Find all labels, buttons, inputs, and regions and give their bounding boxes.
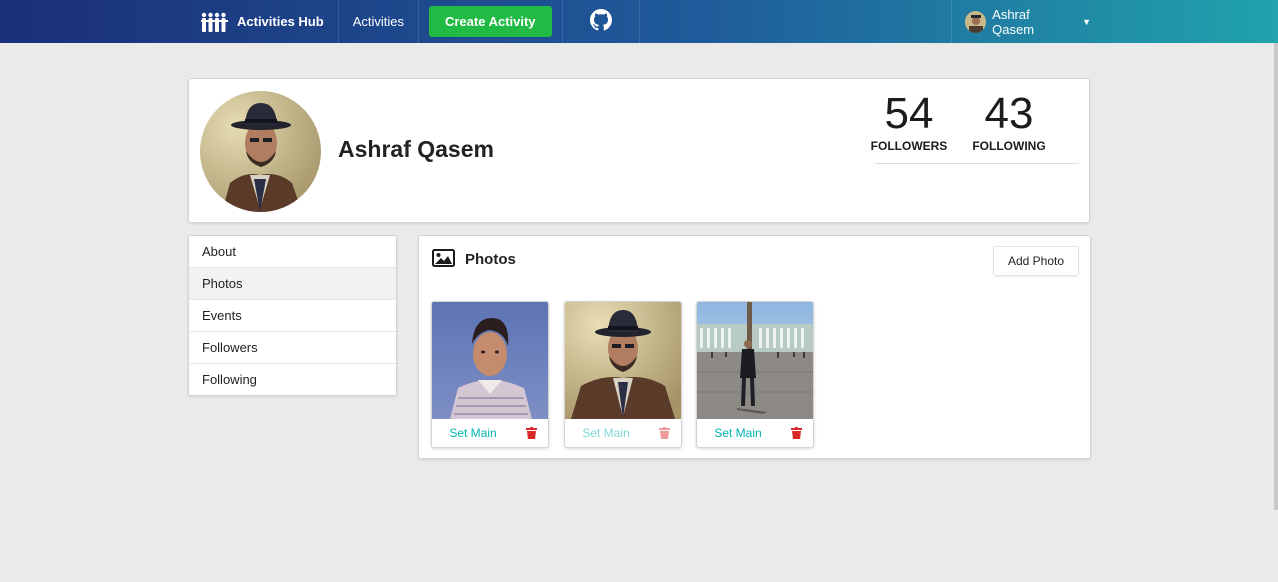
create-activity-button[interactable]: Create Activity: [428, 6, 552, 37]
nav-user-name: Ashraf Qasem: [992, 6, 1035, 37]
trash-icon[interactable]: [647, 427, 681, 439]
menu-item-events[interactable]: Events: [189, 300, 396, 332]
photo-thumbnail[interactable]: [432, 302, 548, 419]
nav-activities-label: Activities: [352, 14, 404, 29]
profile-name: Ashraf Qasem: [338, 136, 494, 162]
profile-side-menu: About Photos Events Followers Following: [188, 235, 397, 396]
image-icon: [432, 249, 455, 270]
photo-actions: Set Main: [697, 419, 813, 447]
set-main-button[interactable]: Set Main: [432, 426, 514, 440]
photo-actions: Set Main: [565, 419, 681, 447]
menu-item-following[interactable]: Following: [189, 364, 396, 396]
photos-title: Photos: [465, 251, 516, 268]
followers-label: FOLLOWERS: [870, 139, 948, 153]
top-navbar: Activities Hub Activities Create Activit…: [0, 0, 1278, 43]
photos-panel: Photos Add Photo Set Main Set Main Set M…: [418, 235, 1091, 459]
page-scrollbar[interactable]: [1274, 43, 1278, 510]
following-stat: 43 FOLLOWING: [969, 89, 1049, 153]
photo-card: Set Main: [696, 301, 814, 448]
followers-count: 54: [884, 89, 934, 138]
photo-card: Set Main: [564, 301, 682, 448]
set-main-button[interactable]: Set Main: [697, 426, 779, 440]
nav-activities-link[interactable]: Activities: [339, 0, 419, 43]
photos-header: Photos: [432, 249, 516, 270]
caret-down-icon: ▼: [1082, 16, 1091, 27]
trash-icon[interactable]: [514, 427, 548, 439]
menu-item-photos[interactable]: Photos: [189, 268, 396, 300]
menu-item-about[interactable]: About: [189, 236, 396, 268]
user-menu-dropdown[interactable]: Ashraf Qasem ▼: [951, 0, 1091, 43]
photo-actions: Set Main: [432, 419, 548, 447]
github-icon: [589, 9, 612, 34]
photo-thumbnail[interactable]: [697, 302, 813, 419]
photo-thumbnail[interactable]: [565, 302, 681, 419]
followers-stat: 54 FOLLOWERS: [869, 89, 949, 153]
following-count: 43: [984, 89, 1034, 138]
brand-link[interactable]: Activities Hub: [188, 0, 339, 43]
nav-avatar: [965, 10, 987, 33]
users-logo-icon: [201, 12, 229, 32]
trash-icon[interactable]: [779, 427, 813, 439]
following-label: FOLLOWING: [972, 139, 1046, 153]
brand-label: Activities Hub: [237, 14, 324, 29]
photo-card: Set Main: [431, 301, 549, 448]
github-link[interactable]: [563, 0, 640, 43]
nav-create-item: Create Activity: [419, 0, 563, 43]
set-main-button[interactable]: Set Main: [565, 426, 647, 440]
profile-avatar: [200, 91, 321, 212]
profile-header-card: Ashraf Qasem 54 FOLLOWERS 43 FOLLOWING: [188, 78, 1090, 223]
stats-divider: [875, 163, 1079, 164]
add-photo-button[interactable]: Add Photo: [993, 246, 1079, 276]
menu-item-followers[interactable]: Followers: [189, 332, 396, 364]
